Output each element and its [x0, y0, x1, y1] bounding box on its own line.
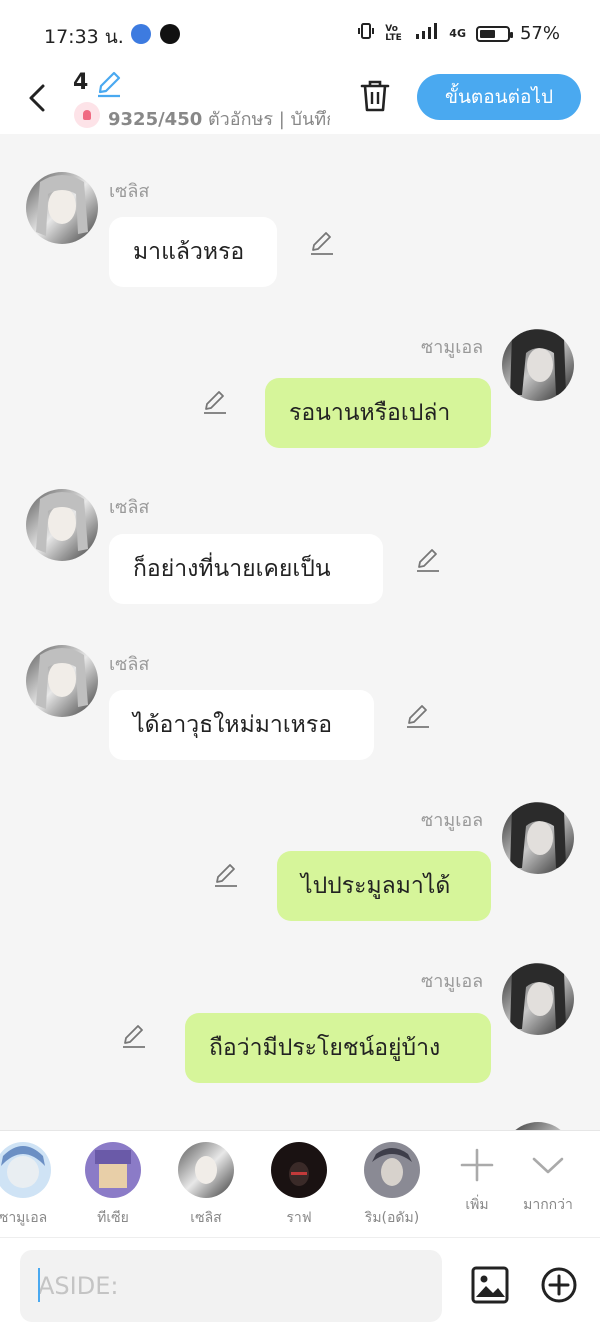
status-time: 17:33 น.	[44, 26, 124, 48]
avatar	[26, 172, 98, 244]
avatar	[26, 645, 98, 717]
status-bar: 17:33 น. Vo LTE 4G 57%	[0, 0, 600, 66]
char-count-value: 9325/450	[108, 109, 203, 130]
character-item[interactable]: ทีเซีย	[73, 1131, 153, 1229]
line-app-icon	[160, 24, 180, 44]
chevron-left-icon	[29, 84, 45, 112]
avatar	[502, 329, 574, 401]
insert-image-button[interactable]	[470, 1265, 510, 1309]
avatar	[85, 1142, 141, 1198]
plus-icon	[460, 1148, 494, 1181]
network-type: 4G	[449, 27, 466, 40]
next-step-button[interactable]: ขั้นตอนต่อไป	[417, 74, 581, 120]
messenger-app-icon	[131, 24, 151, 44]
character-label: ราฟ	[286, 1210, 312, 1226]
chevron-down-icon	[532, 1157, 564, 1173]
edit-title-icon[interactable]	[95, 70, 123, 102]
sender-name: ซามูเอล	[421, 810, 484, 831]
message-bubble[interactable]: ไปประมูลมาได้	[277, 851, 491, 921]
back-button[interactable]	[22, 78, 54, 118]
character-bar: ซามูเอล ทีเซีย เซลิส ราฟ ริม(อดัม) เพิ่ม…	[0, 1130, 600, 1238]
volte-indicator: Vo LTE	[385, 23, 402, 43]
edit-message-icon[interactable]	[405, 703, 431, 733]
message-bubble[interactable]: ได้อาวุธใหม่มาเหรอ	[109, 690, 374, 760]
avatar	[178, 1142, 234, 1198]
sender-name: เซลิส	[109, 654, 150, 675]
battery-percent: 57%	[519, 23, 560, 44]
text-caret	[38, 1268, 40, 1302]
character-item[interactable]: ราฟ	[259, 1131, 339, 1229]
character-label: ริม(อดัม)	[364, 1210, 420, 1226]
message-bubble[interactable]: ถือว่ามีประโยชน์อยู่บ้าง	[185, 1013, 491, 1083]
trash-icon	[360, 80, 390, 112]
edit-message-icon[interactable]	[309, 230, 335, 260]
sender-name: เซลิส	[109, 181, 150, 202]
sender-name: เซลิส	[109, 497, 150, 518]
edit-message-icon[interactable]	[415, 547, 441, 577]
character-label: เซลิส	[190, 1210, 222, 1226]
character-item[interactable]: เซลิส	[166, 1131, 246, 1229]
input-bar	[0, 1237, 600, 1334]
avatar	[271, 1142, 327, 1198]
warning-icon	[74, 102, 100, 128]
chapter-number: 4	[73, 70, 89, 95]
avatar	[26, 489, 98, 561]
add-content-button[interactable]	[540, 1266, 578, 1308]
vibrate-icon	[357, 22, 375, 45]
message-bubble[interactable]: รอนานหรือเปล่า	[265, 378, 491, 448]
message-bubble[interactable]: มาแล้วหรอ	[109, 217, 277, 287]
add-character-label: เพิ่ม	[465, 1197, 489, 1213]
battery-level	[479, 29, 495, 38]
character-item[interactable]: ริม(อดัม)	[352, 1131, 432, 1229]
status-indicators: Vo LTE 4G 57%	[357, 22, 560, 45]
battery-icon	[475, 25, 513, 42]
add-character-button[interactable]: เพิ่ม	[437, 1131, 517, 1216]
delete-button[interactable]	[358, 78, 392, 118]
editor-header: 4 9325/450 ตัวอักษร | บันทึก ขั้นตอนต่อไ…	[0, 66, 600, 134]
character-label: ทีเซีย	[97, 1210, 129, 1226]
char-count-suffix: ตัวอักษร | บันทึก	[202, 109, 330, 130]
chat-area[interactable]: เซลิส มาแล้วหรอ ซามูเอล รอนานหรือเปล่า เ…	[0, 134, 600, 1130]
image-icon	[471, 1266, 509, 1304]
aside-input[interactable]	[20, 1250, 442, 1322]
sender-name: ซามูเอล	[421, 971, 484, 992]
edit-message-icon[interactable]	[213, 862, 239, 892]
character-label: ซามูเอล	[0, 1210, 48, 1226]
avatar	[502, 802, 574, 874]
avatar	[0, 1142, 51, 1198]
more-characters-label: มากกว่า	[523, 1197, 573, 1213]
avatar	[502, 1122, 574, 1130]
sender-name: ซามูเอล	[421, 337, 484, 358]
character-item[interactable]: ซามูเอล	[0, 1131, 63, 1229]
avatar	[502, 963, 574, 1035]
character-count: 9325/450 ตัวอักษร | บันทึก	[108, 104, 330, 133]
signal-icon	[415, 22, 439, 45]
avatar	[364, 1142, 420, 1198]
circle-plus-icon	[541, 1267, 577, 1303]
edit-message-icon[interactable]	[121, 1023, 147, 1053]
edit-message-icon[interactable]	[202, 389, 228, 419]
message-bubble[interactable]: ก็อย่างที่นายเคยเป็น	[109, 534, 383, 604]
more-characters-button[interactable]: มากกว่า	[508, 1131, 588, 1216]
